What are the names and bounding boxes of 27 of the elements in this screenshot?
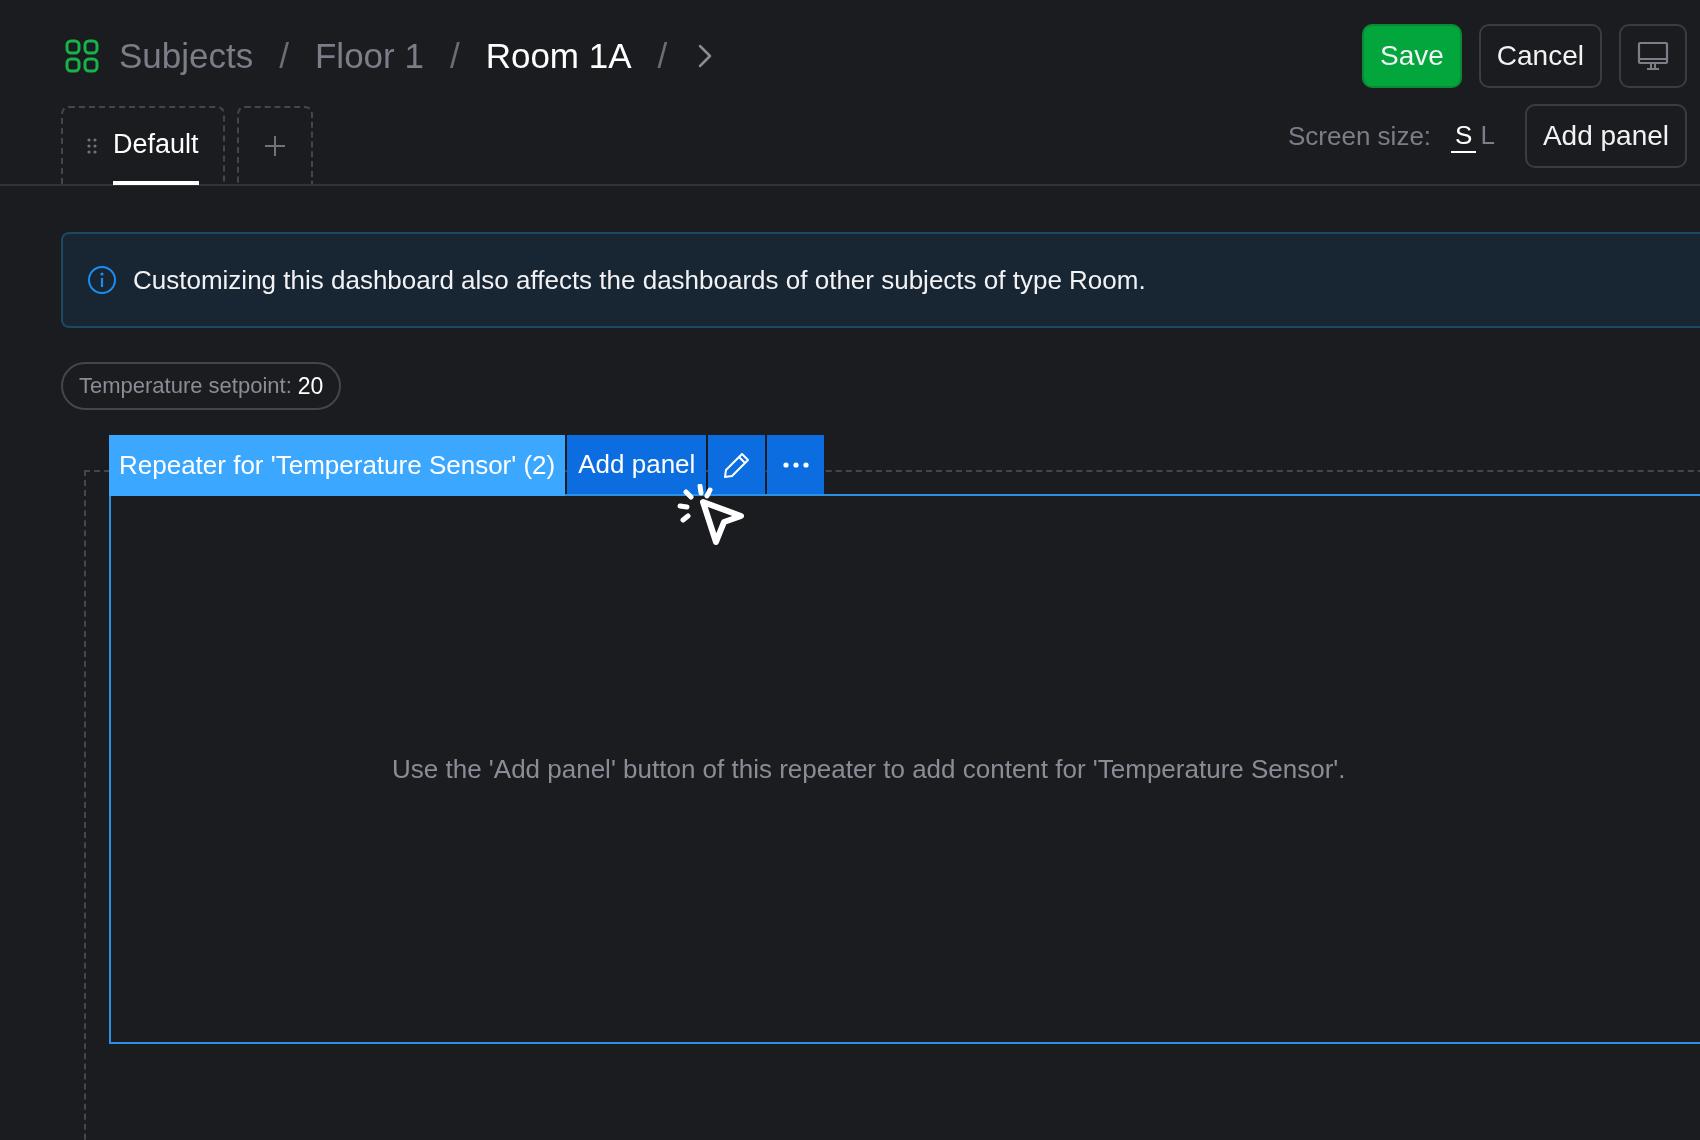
repeater-add-panel-button[interactable]: Add panel (567, 435, 707, 494)
breadcrumb-link[interactable]: Floor 1 (315, 36, 424, 76)
dashboard-tab[interactable]: Default (61, 106, 225, 184)
display-button[interactable] (1619, 24, 1687, 88)
edit-button[interactable] (708, 435, 766, 494)
screen-size-label: Screen size: (1288, 120, 1432, 152)
setpoint-label: Temperature setpoint: (79, 373, 292, 399)
plus-icon (262, 134, 287, 158)
breadcrumb-link[interactable]: Subjects (119, 36, 254, 76)
breadcrumb-separator: / (449, 36, 460, 76)
add-panel-button[interactable]: Add panel (1524, 104, 1687, 168)
repeater-title: Repeater for 'Temperature Sensor' (2) (109, 435, 566, 496)
cancel-button[interactable]: Cancel (1478, 24, 1602, 88)
info-icon (87, 265, 117, 295)
screen-size-option[interactable]: S (1451, 119, 1477, 153)
info-message: Customizing this dashboard also affects the dashboards of other subjects of type Room. (133, 264, 1146, 296)
more-icon (782, 461, 809, 468)
empty-message: Use the 'Add panel' button of this repeater to add content for 'Temperature Sensor'. (392, 753, 1346, 785)
chevron-right-icon[interactable] (697, 42, 714, 70)
subjects-grid-icon (65, 39, 99, 73)
breadcrumb-separator: / (657, 36, 668, 76)
breadcrumb-link[interactable]: Room 1A (485, 36, 632, 76)
monitor-icon (1637, 40, 1669, 72)
setpoint-value: 20 (297, 372, 324, 400)
drag-handle-icon[interactable] (87, 138, 97, 154)
screen-size-option[interactable]: L (1476, 119, 1499, 153)
breadcrumb-separator: / (279, 36, 289, 76)
